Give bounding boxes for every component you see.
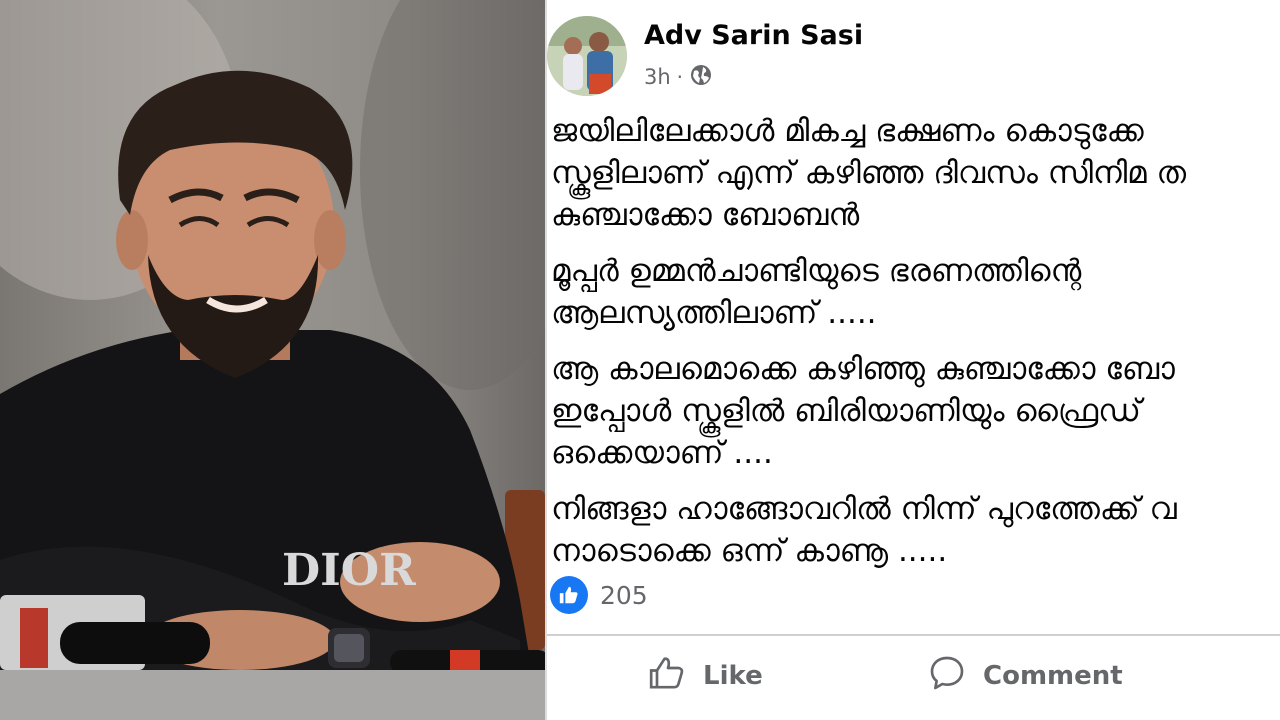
comment-bubble-icon (927, 653, 967, 700)
like-reaction-icon (550, 576, 588, 614)
avatar-image (547, 16, 627, 96)
author-name[interactable]: Adv Sarin Sasi (644, 20, 863, 51)
post-text: ജയിലിലേക്കാൾ മികച്ച ഭക്ഷണം കൊടുക്കേ സ്കൂ… (551, 110, 1280, 586)
post-time[interactable]: 3h (644, 65, 671, 89)
post-paragraph: നിങ്ങളാ ഹാങ്ങോവറിൽ നിന്ന് പുറത്തേക്ക് വ … (551, 488, 1280, 572)
action-divider (547, 634, 1280, 636)
text-line: ആലസ്യത്തിലാണ് ..... (551, 295, 877, 331)
reactions-summary[interactable]: 205 (550, 576, 648, 614)
text-line: നാടൊക്കെ ഒന്ന് കാണൂ ..... (551, 533, 948, 569)
news-photo: DIOR (0, 0, 545, 720)
text-line: കുഞ്ചാക്കോ ബോബൻ (551, 197, 860, 233)
meta-separator: · (676, 65, 684, 89)
shirt-logo: DIOR (282, 545, 416, 596)
text-line: ഇപ്പോൾ സ്കൂളിൽ ബിരിയാണിയും ഫ്രൈഡ് (551, 393, 1141, 429)
post-meta: 3h · (644, 62, 713, 92)
like-label: Like (703, 661, 763, 691)
text-line: ഒക്കെയാണ് .... (551, 435, 773, 471)
reaction-count: 205 (600, 580, 648, 610)
text-line: ആ കാലമൊക്കെ കഴിഞ്ഞു കുഞ്ചാക്കോ ബോ (551, 351, 1175, 387)
photo-illustration: DIOR (0, 0, 545, 720)
post-paragraph: ആ കാലമൊക്കെ കഴിഞ്ഞു കുഞ്ചാക്കോ ബോ ഇപ്പോൾ… (551, 348, 1280, 474)
post-paragraph: മൂപ്പർ ഉമ്മൻചാണ്ടിയുടെ ഭരണത്തിന്റെ ആലസ്യ… (551, 250, 1280, 334)
comment-label: Comment (983, 661, 1123, 691)
like-button[interactable]: Like (647, 652, 763, 700)
text-line: ജയിലിലേക്കാൾ മികച്ച ഭക്ഷണം കൊടുക്കേ (551, 113, 1144, 149)
text-line: നിങ്ങളാ ഹാങ്ങോവറിൽ നിന്ന് പുറത്തേക്ക് വ (551, 491, 1177, 527)
text-line: സ്കൂളിലാണ് എന്ന് കഴിഞ്ഞ ദിവസം സിനിമ ത (551, 155, 1187, 191)
post-paragraph: ജയിലിലേക്കാൾ മികച്ച ഭക്ഷണം കൊടുക്കേ സ്കൂ… (551, 110, 1280, 236)
comment-button[interactable]: Comment (927, 652, 1123, 700)
facebook-post: Adv Sarin Sasi 3h · ജയിലിലേക്കാൾ മികച്ച … (547, 0, 1280, 720)
globe-icon (689, 63, 713, 92)
author-avatar[interactable] (547, 16, 627, 96)
thumbs-up-icon (647, 653, 687, 700)
text-line: മൂപ്പർ ഉമ്മൻചാണ്ടിയുടെ ഭരണത്തിന്റെ (551, 253, 1082, 289)
